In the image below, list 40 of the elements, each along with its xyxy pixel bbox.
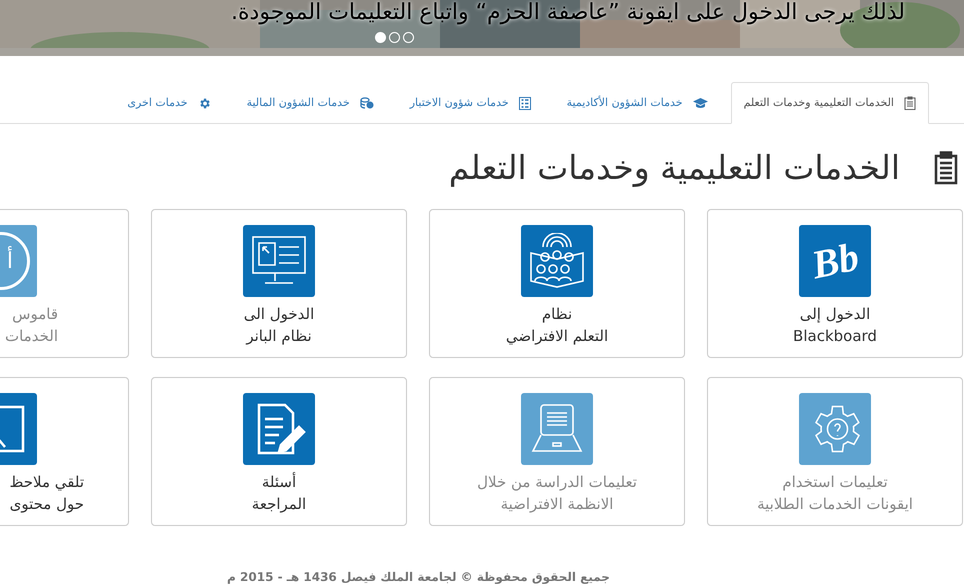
tab[interactable]: الخدمات التعليمية وخدمات التعلم <box>730 82 929 124</box>
tab[interactable]: خدمات الشؤون الأكاديمية <box>554 82 721 124</box>
tab[interactable]: خدمات اخرى <box>114 82 224 124</box>
clipboard-icon <box>904 96 916 110</box>
tab[interactable]: خدمات الشؤون المالية <box>234 82 387 124</box>
laptop-icon <box>521 393 593 465</box>
tab[interactable]: خدمات شؤون الاختبار <box>396 82 544 124</box>
card-label: حول محتوى <box>10 494 84 515</box>
service-card[interactable]: أسئلة المراجعة <box>151 377 407 526</box>
service-card[interactable]: نظام التعلم الافتراضي <box>429 209 685 358</box>
card-label: نظام <box>542 304 572 325</box>
card-label: الخدمات <box>4 326 58 347</box>
group-icon <box>521 225 593 297</box>
card-label: الانظمة الافتراضية <box>500 494 614 515</box>
card-label: التعلم الافتراضي <box>506 326 608 347</box>
card-label: نظام البانر <box>246 326 312 347</box>
coins-icon <box>360 97 374 109</box>
graduation-cap-icon <box>692 98 708 108</box>
card-label: Blackboard <box>793 326 877 347</box>
document-pencil-icon <box>243 393 315 465</box>
card-label: الدخول الى <box>244 304 314 325</box>
card-label: الدخول إلى <box>800 304 870 325</box>
gear-icon <box>198 96 211 110</box>
card-label: أسئلة <box>262 471 296 493</box>
card-label: تلقي ملاحظ <box>10 472 84 493</box>
service-card[interactable]: الدخول الى نظام البانر <box>151 209 407 358</box>
card-label: المراجعة <box>252 494 306 515</box>
card-label: ايقونات الخدمات الطلابية <box>757 494 913 515</box>
logo-icon: Bb <box>799 225 871 297</box>
monitor-icon <box>243 225 315 297</box>
banner-caption: لذلك يرجى الدخول على ايقونة ”عاصفة الحزم“ واتباع التعليمات الموجودة. <box>231 0 905 26</box>
service-card[interactable]: تلقي ملاحظ حول محتوى <box>0 377 129 526</box>
card-label: تعليمات الدراسة من خلال <box>477 472 637 493</box>
list-icon <box>518 96 531 110</box>
section-heading: الخدمات التعليمية وخدمات التعلم <box>448 147 900 190</box>
card-label: تعليمات استخدام <box>782 472 888 493</box>
footer-copyright: جميع الحقوق محفوظة © لجامعة الملك فيصل 1436 هـ - 2015 م <box>227 569 610 586</box>
clipboard-icon <box>934 151 958 185</box>
card-label: قاموس <box>12 304 58 325</box>
gear-question-icon <box>799 393 871 465</box>
